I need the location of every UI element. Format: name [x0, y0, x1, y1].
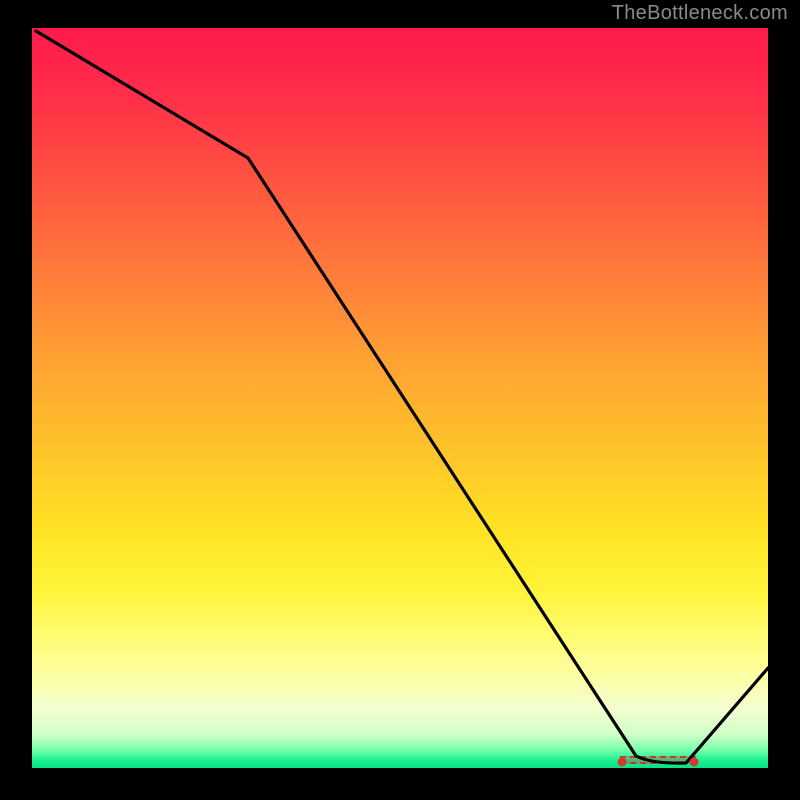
plot-area — [32, 28, 768, 768]
sweet-spot-dot-left — [618, 758, 627, 767]
bottleneck-curve-svg — [32, 28, 768, 768]
sweet-spot-dot-right — [690, 758, 699, 767]
watermark-text: TheBottleneck.com — [612, 2, 788, 25]
bottleneck-curve-path — [36, 31, 768, 763]
chart-stage: TheBottleneck.com — [0, 0, 800, 800]
